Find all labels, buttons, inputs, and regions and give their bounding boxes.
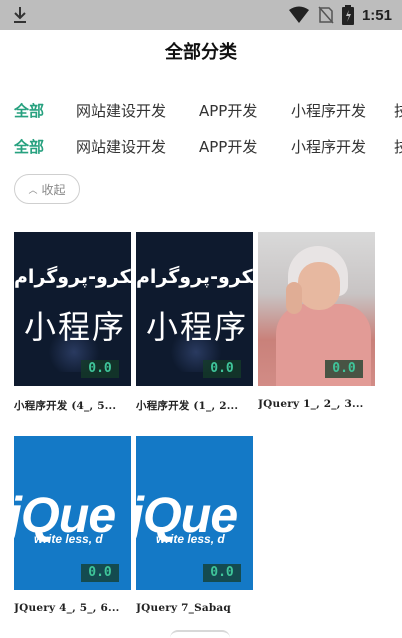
clock: 1:51 bbox=[361, 6, 392, 24]
course-card[interactable]: jQue write less, d 0.0 JQuery 4_, 5_, 6.… bbox=[14, 436, 131, 614]
thumbnail-title: 小程序 bbox=[24, 308, 127, 346]
tab-mini-program-dev[interactable]: 小程序开发 bbox=[291, 98, 366, 124]
download-icon bbox=[14, 7, 26, 23]
status-bar: 1:51 bbox=[0, 0, 402, 30]
rating-badge: 0.0 bbox=[81, 360, 119, 378]
tab-website-dev[interactable]: 网站建设开发 bbox=[76, 98, 166, 124]
rating-badge: 0.0 bbox=[325, 360, 363, 378]
course-title: JQuery 7_Sabaq bbox=[136, 602, 231, 614]
category-tabs-secondary: 全部 网站建设开发 APP开发 小程序开发 技 bbox=[0, 134, 402, 160]
wifi-icon bbox=[288, 6, 309, 23]
course-card[interactable]: jQue write less, d 0.0 JQuery 7_Sabaq bbox=[136, 436, 253, 614]
tab-app-dev[interactable]: APP开发 bbox=[199, 98, 257, 124]
course-thumbnail: میکرو-پروگرام 小程序 0.0 bbox=[14, 232, 131, 386]
course-thumbnail: میکرو-پروگرام 小程序 0.0 bbox=[136, 232, 253, 386]
battery-icon bbox=[341, 5, 354, 25]
rating-badge: 0.0 bbox=[203, 360, 241, 378]
chevron-up-icon: ︿ bbox=[28, 185, 38, 196]
tab-more[interactable]: 技 bbox=[394, 134, 402, 160]
course-title: JQuery 4_, 5_, 6... bbox=[14, 602, 120, 614]
no-sim-icon bbox=[318, 6, 334, 24]
thumbnail-title: 小程序 bbox=[146, 308, 249, 346]
course-card[interactable]: میکرو-پروگرام 小程序 0.0 小程序开发 (1_, 2... bbox=[136, 232, 253, 413]
course-card[interactable]: میکرو-پروگرام 小程序 0.0 小程序开发 (4_, 5... bbox=[14, 232, 131, 413]
course-thumbnail: jQue write less, d 0.0 bbox=[14, 436, 131, 590]
course-thumbnail: jQue write less, d 0.0 bbox=[136, 436, 253, 590]
collapse-label: 收起 bbox=[41, 182, 66, 197]
tab-all[interactable]: 全部 bbox=[14, 98, 44, 124]
tab-website-dev[interactable]: 网站建设开发 bbox=[76, 134, 166, 160]
course-title: 小程序开发 (1_, 2... bbox=[136, 400, 239, 412]
collapse-button[interactable]: ︿ 收起 bbox=[14, 174, 80, 204]
jquery-tagline: write less, d bbox=[34, 532, 103, 546]
thumbnail-arabic-text: میکرو-پروگرام bbox=[14, 266, 131, 288]
tab-mini-program-dev[interactable]: 小程序开发 bbox=[291, 134, 366, 160]
tab-more[interactable]: 技 bbox=[394, 98, 402, 124]
thumbnail-arabic-text: میکرو-پروگرام bbox=[136, 266, 253, 288]
rating-badge: 0.0 bbox=[81, 564, 119, 582]
course-thumbnail: 0.0 bbox=[258, 232, 375, 386]
scroll-indicator bbox=[170, 630, 230, 638]
rating-badge: 0.0 bbox=[203, 564, 241, 582]
jquery-tagline: write less, d bbox=[156, 532, 225, 546]
page-title: 全部分类 bbox=[165, 42, 237, 63]
category-tabs-primary: 全部 网站建设开发 APP开发 小程序开发 技 bbox=[0, 98, 402, 124]
course-card[interactable]: 0.0 JQuery 1_, 2_, 3... bbox=[258, 232, 375, 410]
course-title: JQuery 1_, 2_, 3... bbox=[258, 398, 364, 410]
tab-app-dev[interactable]: APP开发 bbox=[199, 134, 257, 160]
tab-all[interactable]: 全部 bbox=[14, 134, 44, 160]
course-title: 小程序开发 (4_, 5... bbox=[14, 400, 117, 412]
